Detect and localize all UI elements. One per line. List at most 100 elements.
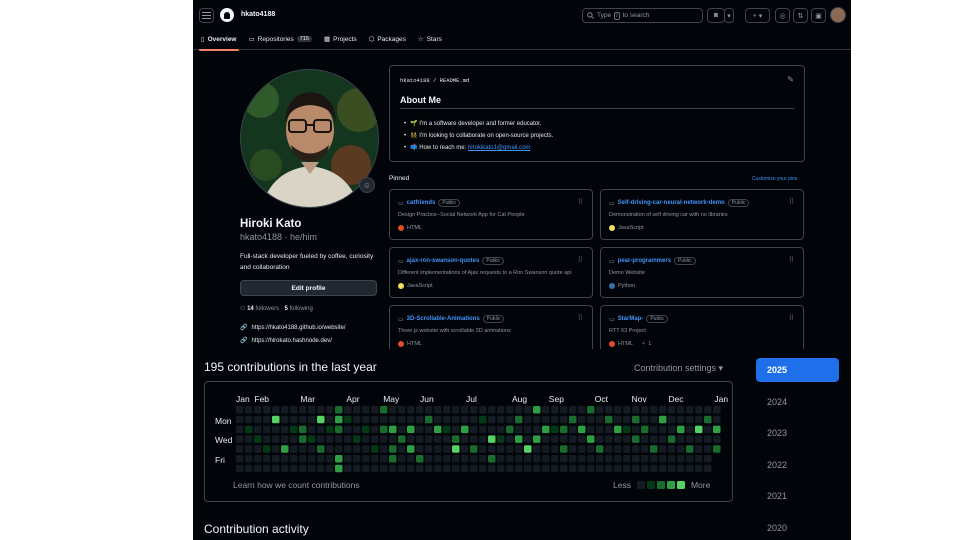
- contribution-day[interactable]: [380, 445, 388, 453]
- contribution-day[interactable]: [533, 435, 541, 443]
- contribution-day[interactable]: [272, 406, 280, 414]
- repo-link[interactable]: ▭ pear-programmers Public: [609, 257, 696, 265]
- tab-stars[interactable]: ☆ Stars: [418, 33, 442, 45]
- contribution-day[interactable]: [308, 415, 316, 424]
- contribution-day[interactable]: [596, 455, 604, 463]
- pencil-icon[interactable]: ✎: [787, 75, 794, 84]
- contribution-day[interactable]: [497, 455, 505, 463]
- contribution-day[interactable]: [254, 425, 262, 434]
- following-link[interactable]: 5 following: [284, 306, 312, 312]
- contribution-day[interactable]: [470, 435, 478, 443]
- contribution-day[interactable]: [578, 464, 586, 473]
- contribution-day[interactable]: [398, 415, 406, 424]
- contribution-day[interactable]: [236, 406, 244, 414]
- contribution-day[interactable]: [344, 406, 352, 414]
- contribution-day[interactable]: [245, 425, 253, 434]
- contribution-day[interactable]: [452, 406, 460, 414]
- contribution-day[interactable]: [371, 435, 379, 443]
- contribution-day[interactable]: [371, 464, 379, 473]
- contribution-day[interactable]: [371, 415, 379, 424]
- contribution-day[interactable]: [614, 406, 622, 414]
- contribution-day[interactable]: [650, 415, 658, 424]
- contribution-day[interactable]: [542, 435, 550, 443]
- contribution-day[interactable]: [290, 435, 298, 443]
- contribution-day[interactable]: [443, 455, 451, 463]
- contribution-day[interactable]: [425, 455, 433, 463]
- contribution-day[interactable]: [389, 464, 397, 473]
- contribution-day[interactable]: [578, 445, 586, 453]
- github-logo-icon[interactable]: [220, 8, 234, 22]
- contribution-day[interactable]: [380, 464, 388, 473]
- contribution-day[interactable]: [560, 406, 568, 414]
- contribution-day[interactable]: [245, 445, 253, 453]
- contribution-day[interactable]: [551, 445, 559, 453]
- contribution-day[interactable]: [668, 435, 676, 443]
- contribution-day[interactable]: [254, 445, 262, 453]
- year-2024-button[interactable]: 2024: [756, 390, 839, 414]
- contribution-day[interactable]: [650, 445, 658, 453]
- contribution-day[interactable]: [263, 425, 271, 434]
- contribution-day[interactable]: [335, 435, 343, 443]
- contribution-day[interactable]: [461, 406, 469, 414]
- contribution-day[interactable]: [362, 464, 370, 473]
- pull-requests-button[interactable]: ⇅: [793, 8, 808, 23]
- contribution-day[interactable]: [551, 464, 559, 473]
- contribution-day[interactable]: [290, 415, 298, 424]
- contribution-day[interactable]: [434, 445, 442, 453]
- contribution-day[interactable]: [335, 445, 343, 453]
- tab-projects[interactable]: ▦ Projects: [324, 33, 357, 45]
- contribution-day[interactable]: [290, 464, 298, 473]
- contribution-day[interactable]: [488, 415, 496, 424]
- contribution-day[interactable]: [380, 415, 388, 424]
- contribution-day[interactable]: [380, 435, 388, 443]
- contribution-day[interactable]: [263, 464, 271, 473]
- contribution-day[interactable]: [542, 464, 550, 473]
- contribution-day[interactable]: [578, 435, 586, 443]
- contribution-day[interactable]: [452, 435, 460, 443]
- contribution-day[interactable]: [479, 455, 487, 463]
- contribution-day[interactable]: [254, 406, 262, 414]
- contribution-day[interactable]: [479, 445, 487, 453]
- contribution-day[interactable]: [263, 445, 271, 453]
- contribution-day[interactable]: [479, 425, 487, 434]
- contribution-day[interactable]: [326, 455, 334, 463]
- contribution-day[interactable]: [236, 435, 244, 443]
- contribution-day[interactable]: [677, 406, 685, 414]
- contribution-day[interactable]: [506, 415, 514, 424]
- contribution-day[interactable]: [425, 415, 433, 424]
- contribution-day[interactable]: [632, 455, 640, 463]
- contribution-day[interactable]: [398, 455, 406, 463]
- contribution-day[interactable]: [344, 464, 352, 473]
- contribution-day[interactable]: [299, 406, 307, 414]
- contribution-day[interactable]: [659, 445, 667, 453]
- email-link[interactable]: hirokikato1@gmail.com: [468, 145, 530, 151]
- contribution-day[interactable]: [371, 455, 379, 463]
- contribution-day[interactable]: [488, 455, 496, 463]
- contribution-day[interactable]: [659, 464, 667, 473]
- contribution-day[interactable]: [506, 464, 514, 473]
- contribution-day[interactable]: [317, 455, 325, 463]
- contribution-day[interactable]: [605, 406, 613, 414]
- contribution-day[interactable]: [398, 445, 406, 453]
- user-avatar[interactable]: [830, 7, 846, 23]
- contribution-day[interactable]: [632, 445, 640, 453]
- contribution-day[interactable]: [704, 425, 712, 434]
- contribution-day[interactable]: [461, 435, 469, 443]
- contribution-day[interactable]: [389, 425, 397, 434]
- profile-link-website[interactable]: 🔗 https://hkato4188.github.io/website/: [240, 324, 346, 332]
- contribution-day[interactable]: [623, 445, 631, 453]
- contribution-day[interactable]: [299, 425, 307, 434]
- contribution-day[interactable]: [686, 425, 694, 434]
- contribution-day[interactable]: [641, 425, 649, 434]
- repo-link[interactable]: ▭ 3D-Scrollable-Animations Public: [398, 315, 505, 323]
- contribution-day[interactable]: [614, 445, 622, 453]
- contribution-day[interactable]: [263, 415, 271, 424]
- contribution-day[interactable]: [488, 406, 496, 414]
- contribution-day[interactable]: [704, 415, 712, 424]
- contribution-day[interactable]: [650, 455, 658, 463]
- contribution-day[interactable]: [542, 406, 550, 414]
- contribution-day[interactable]: [281, 445, 289, 453]
- contribution-day[interactable]: [560, 455, 568, 463]
- contribution-day[interactable]: [560, 464, 568, 473]
- contribution-day[interactable]: [452, 425, 460, 434]
